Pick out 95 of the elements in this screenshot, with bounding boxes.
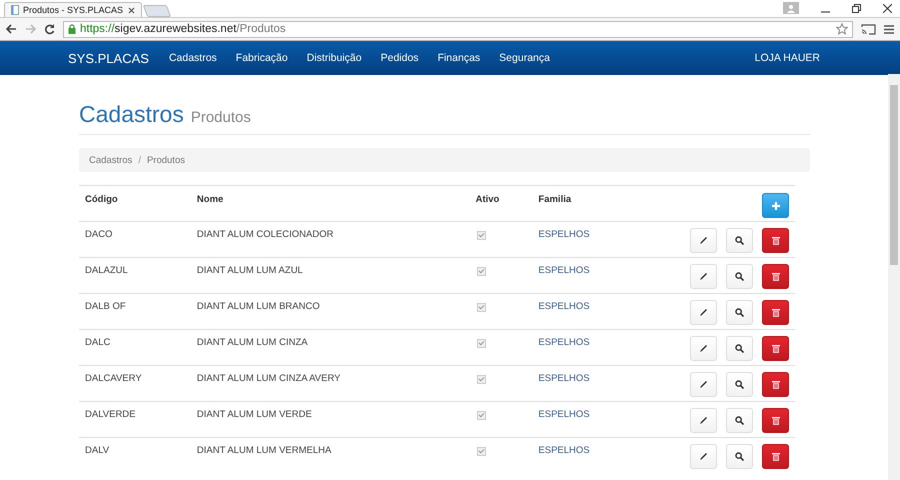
edit-button[interactable] — [690, 300, 717, 325]
table-cell: DIANT ALUM LUM BRANCO — [196, 301, 320, 312]
column-header: Nome — [196, 194, 224, 205]
search-icon — [735, 308, 744, 317]
trash-icon — [772, 452, 780, 461]
pencil-icon — [699, 308, 708, 317]
table-cell: DACO — [85, 229, 112, 240]
trash-icon — [772, 416, 780, 425]
nav-link[interactable]: Cadastros — [168, 52, 217, 64]
search-button[interactable] — [726, 300, 753, 325]
edit-button[interactable] — [690, 264, 717, 289]
nav-link[interactable]: Finanças — [438, 52, 480, 64]
edit-button[interactable] — [690, 228, 717, 253]
reload-icon[interactable] — [44, 24, 55, 34]
search-button[interactable] — [726, 228, 753, 253]
pencil-icon — [699, 452, 708, 461]
star-icon[interactable] — [836, 23, 848, 35]
search-icon — [735, 452, 744, 461]
table-cell: DALV — [85, 445, 110, 456]
column-header: Ativo — [476, 194, 500, 205]
table-cell: ESPELHOS — [538, 301, 590, 312]
table-cell: ESPELHOS — [538, 445, 590, 456]
pencil-icon — [699, 236, 708, 245]
search-icon — [735, 272, 744, 281]
search-icon — [735, 416, 744, 425]
pencil-icon — [699, 416, 708, 425]
table-cell: DIANT ALUM COLECIONADOR — [196, 229, 334, 240]
menu-icon[interactable] — [884, 24, 894, 34]
nav-link[interactable]: Pedidos — [380, 52, 419, 64]
lock-icon — [68, 24, 76, 34]
add-button[interactable] — [762, 193, 789, 218]
table-cell: ESPELHOS — [538, 229, 590, 240]
delete-button[interactable] — [762, 408, 789, 433]
scrollbar[interactable] — [888, 74, 900, 480]
pencil-icon — [699, 344, 708, 353]
pencil-icon — [699, 380, 708, 389]
nav-link[interactable]: Segurança — [499, 52, 550, 64]
back-icon[interactable] — [6, 24, 17, 34]
breadcrumb-item[interactable]: Cadastros — [89, 154, 132, 166]
table-cell: ESPELHOS — [538, 337, 590, 348]
search-button[interactable] — [726, 336, 753, 361]
delete-button[interactable] — [762, 300, 789, 325]
table-cell: DIANT ALUM LUM VERMELHA — [196, 445, 332, 456]
search-button[interactable] — [726, 372, 753, 397]
table-cell: DALCAVERY — [85, 373, 142, 384]
user-link[interactable]: LOJA HAUER — [754, 52, 820, 64]
breadcrumb-item: Produtos — [146, 154, 185, 166]
search-button[interactable] — [726, 408, 753, 433]
nav-link[interactable]: Fabricação — [236, 52, 288, 64]
table-cell: DIANT ALUM LUM CINZA — [196, 337, 308, 348]
table-cell: DIANT ALUM LUM AZUL — [196, 265, 303, 276]
table-cell: DALC — [85, 337, 110, 348]
edit-button[interactable] — [690, 444, 717, 469]
column-header: Código — [85, 194, 118, 205]
restore-icon[interactable] — [852, 4, 861, 12]
page-title: Cadastros — [79, 101, 184, 128]
close-icon[interactable] — [128, 6, 135, 14]
delete-button[interactable] — [762, 228, 789, 253]
table-cell: ESPELHOS — [538, 409, 590, 420]
delete-button[interactable] — [762, 336, 789, 361]
column-header: Familia — [538, 194, 572, 205]
trash-icon — [772, 344, 780, 353]
table-cell: DALVERDE — [85, 409, 136, 420]
trash-icon — [772, 308, 780, 317]
edit-button[interactable] — [690, 372, 717, 397]
table-cell: ESPELHOS — [538, 265, 590, 276]
brand-link[interactable]: SYS.PLACAS — [68, 50, 149, 66]
delete-button[interactable] — [762, 444, 789, 469]
trash-icon — [772, 272, 780, 281]
search-button[interactable] — [726, 444, 753, 469]
page-icon — [11, 5, 19, 15]
cast-icon[interactable] — [861, 24, 876, 34]
delete-button[interactable] — [762, 372, 789, 397]
plus-icon — [772, 202, 780, 210]
trash-icon — [772, 380, 780, 389]
nav-link[interactable]: Distribuição — [306, 52, 362, 64]
breadcrumb-separator: / — [138, 154, 141, 166]
search-icon — [735, 344, 744, 353]
trash-icon — [772, 236, 780, 245]
table-cell: DALAZUL — [85, 265, 128, 276]
browser-tab[interactable]: Produtos - SYS.PLACAS — [4, 2, 142, 17]
table-cell: ESPELHOS — [538, 373, 590, 384]
table-cell: DIANT ALUM LUM CINZA AVERY — [196, 373, 341, 384]
edit-button[interactable] — [690, 336, 717, 361]
table-cell: DALB OF — [85, 301, 126, 312]
pencil-icon — [699, 272, 708, 281]
address-field[interactable]: https://sigev.azurewebsites.net/Produtos — [63, 20, 853, 38]
close-icon[interactable] — [883, 4, 892, 12]
delete-button[interactable] — [762, 264, 789, 289]
search-icon — [735, 380, 744, 389]
edit-button[interactable] — [690, 408, 717, 433]
table-cell: DIANT ALUM LUM VERDE — [196, 409, 312, 420]
search-button[interactable] — [726, 264, 753, 289]
page-subtitle: Produtos — [190, 109, 251, 126]
search-icon — [735, 236, 744, 245]
